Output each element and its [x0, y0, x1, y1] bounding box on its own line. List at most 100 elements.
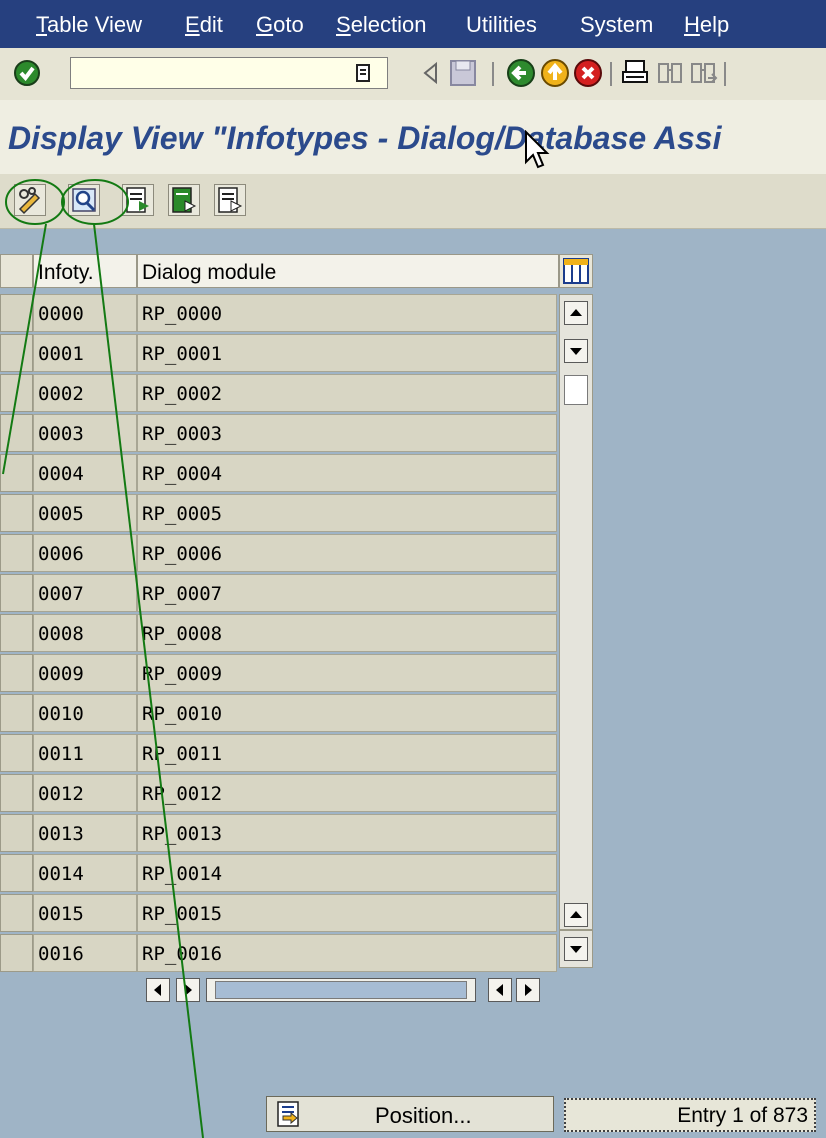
row-selector[interactable]	[0, 854, 33, 892]
row-selector[interactable]	[0, 654, 33, 692]
menu-system[interactable]: System	[580, 12, 653, 38]
details-icon	[72, 188, 96, 212]
scroll-right-button[interactable]	[516, 978, 540, 1002]
cell-dialog-module[interactable]: RP_0001	[137, 334, 557, 372]
scroll-left-button[interactable]	[146, 978, 170, 1002]
column-header-dialog-module[interactable]: Dialog module	[137, 254, 559, 288]
row-selector[interactable]	[0, 934, 33, 972]
row-selector[interactable]	[0, 454, 33, 492]
exit-icon[interactable]	[540, 58, 570, 88]
cell-infotype[interactable]: 0005	[33, 494, 137, 532]
cell-infotype[interactable]: 0009	[33, 654, 137, 692]
display-change-button[interactable]	[14, 184, 46, 216]
horizontal-scroll-thumb[interactable]	[215, 981, 467, 999]
cell-infotype[interactable]: 0015	[33, 894, 137, 932]
cell-infotype[interactable]: 0012	[33, 774, 137, 812]
scroll-down-button[interactable]	[564, 339, 588, 363]
menu-goto[interactable]: Goto	[256, 12, 304, 38]
menu-selection[interactable]: Selection	[336, 12, 427, 38]
cell-infotype[interactable]: 0002	[33, 374, 137, 412]
position-button-label: Position...	[375, 1103, 472, 1128]
details-button[interactable]	[68, 184, 100, 216]
row-selector[interactable]	[0, 534, 33, 572]
menu-help[interactable]: Help	[684, 12, 729, 38]
cell-infotype[interactable]: 0000	[33, 294, 137, 332]
cell-dialog-module[interactable]: RP_0007	[137, 574, 557, 612]
row-selector[interactable]	[0, 414, 33, 452]
cell-dialog-module[interactable]: RP_0002	[137, 374, 557, 412]
cell-dialog-module[interactable]: RP_0013	[137, 814, 557, 852]
table-header-selector[interactable]	[0, 254, 33, 288]
cell-dialog-module[interactable]: RP_0005	[137, 494, 557, 532]
row-selector[interactable]	[0, 894, 33, 932]
row-selector[interactable]	[0, 734, 33, 772]
column-header-infotype[interactable]: Infoty.	[33, 254, 137, 288]
menu-table-view[interactable]: Table View	[36, 12, 142, 38]
cell-infotype[interactable]: 0003	[33, 414, 137, 452]
cell-dialog-module[interactable]: RP_0003	[137, 414, 557, 452]
command-field[interactable]	[70, 57, 388, 89]
select-all-button[interactable]	[122, 184, 154, 216]
cell-infotype[interactable]: 0008	[33, 614, 137, 652]
cell-dialog-module[interactable]: RP_0016	[137, 934, 557, 972]
horizontal-scroll-track[interactable]	[206, 978, 476, 1002]
cell-infotype[interactable]: 0007	[33, 574, 137, 612]
arrow-down-icon	[570, 946, 582, 953]
cell-infotype[interactable]: 0004	[33, 454, 137, 492]
scroll-up-button[interactable]	[564, 903, 588, 927]
back-arrow-icon[interactable]	[416, 58, 446, 88]
vertical-scrollbar[interactable]	[559, 294, 593, 930]
row-selector[interactable]	[0, 334, 33, 372]
cell-dialog-module[interactable]: RP_0004	[137, 454, 557, 492]
row-selector[interactable]	[0, 614, 33, 652]
row-selector[interactable]	[0, 774, 33, 812]
command-dropdown-icon[interactable]	[352, 62, 374, 84]
arrow-up-icon	[570, 309, 582, 316]
row-selector[interactable]	[0, 814, 33, 852]
scroll-left-button[interactable]	[488, 978, 512, 1002]
back-icon[interactable]	[506, 58, 536, 88]
row-selector[interactable]	[0, 294, 33, 332]
scroll-right-button[interactable]	[176, 978, 200, 1002]
vertical-scrollbar-bottom[interactable]	[559, 930, 593, 968]
cell-dialog-module[interactable]: RP_0006	[137, 534, 557, 572]
print-icon[interactable]	[620, 58, 650, 88]
row-selector[interactable]	[0, 574, 33, 612]
cell-dialog-module[interactable]: RP_0012	[137, 774, 557, 812]
position-icon	[277, 1101, 299, 1127]
cell-infotype[interactable]: 0014	[33, 854, 137, 892]
row-selector[interactable]	[0, 374, 33, 412]
row-selector[interactable]	[0, 494, 33, 532]
select-block-button[interactable]	[168, 184, 200, 216]
menu-edit[interactable]: Edit	[185, 12, 223, 38]
cell-infotype[interactable]: 0016	[33, 934, 137, 972]
arrow-left-icon	[154, 984, 161, 996]
save-icon[interactable]	[448, 58, 478, 88]
entry-counter: Entry 1 of 873	[564, 1098, 816, 1132]
cell-infotype[interactable]: 0001	[33, 334, 137, 372]
column-config-button[interactable]	[559, 254, 593, 288]
deselect-all-button[interactable]	[214, 184, 246, 216]
cell-infotype[interactable]: 0011	[33, 734, 137, 772]
cell-dialog-module[interactable]: RP_0000	[137, 294, 557, 332]
enter-icon[interactable]	[12, 58, 42, 88]
cell-infotype[interactable]: 0010	[33, 694, 137, 732]
scroll-up-button[interactable]	[564, 301, 588, 325]
cell-dialog-module[interactable]: RP_0010	[137, 694, 557, 732]
cell-infotype[interactable]: 0006	[33, 534, 137, 572]
find-icon[interactable]	[655, 58, 685, 88]
row-selector[interactable]	[0, 694, 33, 732]
position-button[interactable]: Position...	[266, 1096, 554, 1132]
cell-dialog-module[interactable]: RP_0009	[137, 654, 557, 692]
standard-toolbar	[0, 48, 826, 101]
scroll-thumb[interactable]	[564, 375, 588, 405]
cell-dialog-module[interactable]: RP_0008	[137, 614, 557, 652]
scroll-down-button[interactable]	[564, 937, 588, 961]
menu-utilities[interactable]: Utilities	[466, 12, 537, 38]
find-next-icon[interactable]	[688, 58, 718, 88]
cell-dialog-module[interactable]: RP_0011	[137, 734, 557, 772]
cell-dialog-module[interactable]: RP_0015	[137, 894, 557, 932]
cell-dialog-module[interactable]: RP_0014	[137, 854, 557, 892]
cell-infotype[interactable]: 0013	[33, 814, 137, 852]
cancel-icon[interactable]	[573, 58, 603, 88]
